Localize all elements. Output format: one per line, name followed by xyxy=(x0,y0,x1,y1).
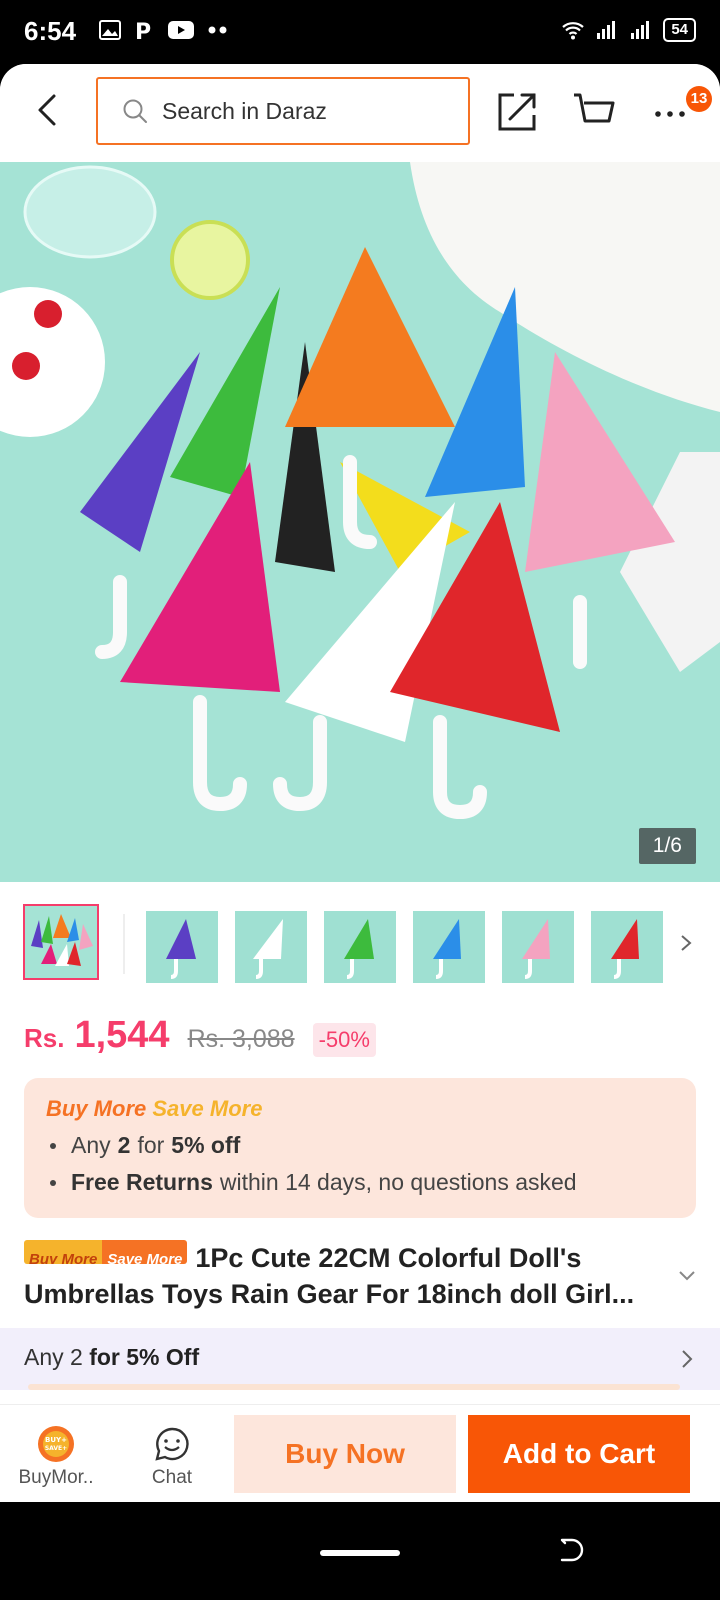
thumbnail-image xyxy=(25,906,97,978)
battery-indicator: 54 xyxy=(663,18,696,42)
price-currency: Rs. xyxy=(24,1023,65,1053)
search-input[interactable]: Search in Daraz xyxy=(96,77,470,145)
thumbnail-image xyxy=(166,919,196,979)
promo-text: 2 xyxy=(117,1132,131,1158)
offer-text-a: Any 2 xyxy=(24,1344,83,1370)
search-placeholder: Search in Daraz xyxy=(162,97,327,124)
price-row: Rs. 1,544 Rs. 3,088 -50% xyxy=(24,1014,376,1057)
product-page: Search in Daraz 13 1/6 Rs. 1,544 Rs. 3,0… xyxy=(0,64,720,1502)
rotate-icon[interactable] xyxy=(556,1536,586,1566)
home-gesture-bar[interactable] xyxy=(320,1550,400,1556)
signal-icon xyxy=(597,21,616,39)
promo-text: within 14 days, no questions asked xyxy=(219,1169,577,1195)
buymore-label: BuyMor.. xyxy=(18,1467,94,1488)
thumbnail-6[interactable] xyxy=(502,911,574,983)
bullet xyxy=(50,1142,56,1149)
thumbnail-image xyxy=(522,919,550,979)
youtube-icon xyxy=(168,21,194,39)
promo-text: for xyxy=(137,1132,165,1158)
tag-part2: Save More xyxy=(102,1240,188,1264)
share-icon[interactable] xyxy=(496,91,538,133)
gallery-icon xyxy=(99,20,121,40)
offer-text-b: for 5% Off xyxy=(89,1344,200,1370)
back-arrow-icon[interactable] xyxy=(28,90,68,130)
umbrellas-photo xyxy=(0,162,720,882)
promo-text: 5% off xyxy=(171,1132,241,1158)
promo-text: Any xyxy=(71,1132,111,1158)
chevron-right-icon[interactable] xyxy=(676,928,696,958)
chevron-right-icon xyxy=(682,1350,693,1368)
thumbnail-2[interactable] xyxy=(146,911,218,983)
search-icon xyxy=(123,99,147,123)
offer-progress xyxy=(28,1384,680,1390)
thumbnail-image xyxy=(253,919,283,979)
buymore-icon: BUY+ SAVE+ xyxy=(38,1426,74,1462)
thumbnail-divider xyxy=(123,914,125,974)
thumbnail-image xyxy=(611,919,639,979)
thumbnail-3[interactable] xyxy=(235,911,307,983)
buymore-tag: Buy More Save More xyxy=(24,1240,188,1264)
discount-badge: -50% xyxy=(312,1023,376,1057)
chat-icon xyxy=(155,1427,189,1461)
chat-label: Chat xyxy=(151,1467,193,1488)
svg-text:SAVE+: SAVE+ xyxy=(45,1445,67,1452)
add-to-cart-button[interactable]: Add to Cart xyxy=(468,1415,690,1493)
dots-icon xyxy=(208,26,227,34)
thumbnail-image xyxy=(344,919,374,979)
parking-icon: P xyxy=(135,20,151,42)
signal-icon xyxy=(631,21,650,39)
thumbnail-5[interactable] xyxy=(413,911,485,983)
buymore-button[interactable]: BUY+ SAVE+ BuyMor.. xyxy=(6,1425,106,1489)
offer-text: Any 2 for 5% Off xyxy=(24,1344,199,1371)
promo-title-part2: Save More xyxy=(152,1096,263,1121)
buy-now-button[interactable]: Buy Now xyxy=(234,1415,456,1493)
price-original: Rs. 3,088 xyxy=(187,1025,295,1053)
promo-box[interactable]: Buy More Save More Any 2 for 5% off Free… xyxy=(24,1078,696,1218)
product-image[interactable]: 1/6 xyxy=(0,162,720,882)
status-system-icons: 54 xyxy=(561,18,696,42)
thumbnail-4[interactable] xyxy=(324,911,396,983)
status-bar: 6:54 P 54 xyxy=(0,0,720,64)
cart-count-badge: 13 xyxy=(686,86,712,112)
system-nav-bar xyxy=(0,1502,720,1600)
thumbnail-image xyxy=(433,919,461,979)
product-title[interactable]: Buy More Save More 1Pc Cute 22CM Colorful … xyxy=(24,1240,664,1312)
svg-text:P: P xyxy=(135,20,151,42)
price-current: 1,544 xyxy=(74,1014,170,1056)
thumbnail-7[interactable] xyxy=(591,911,663,983)
svg-text:BUY+: BUY+ xyxy=(45,1436,67,1444)
thumbnail-strip xyxy=(0,904,720,984)
chevron-down-icon[interactable] xyxy=(676,1268,698,1284)
tag-part1: Buy More xyxy=(24,1240,103,1264)
bullet xyxy=(50,1179,56,1186)
promo-text: Free Returns xyxy=(71,1169,213,1195)
top-bar: Search in Daraz 13 xyxy=(0,64,720,162)
promo-line-1: Any 2 for 5% off xyxy=(46,1132,674,1159)
promo-line-2: Free Returns within 14 days, no question… xyxy=(46,1169,674,1196)
status-notification-icons: P xyxy=(98,18,230,42)
bottom-action-bar: BUY+ SAVE+ BuyMor.. Chat Buy Now Add to … xyxy=(0,1404,720,1502)
status-time: 6:54 xyxy=(24,16,77,46)
image-counter: 1/6 xyxy=(638,828,696,864)
offer-strip[interactable]: Any 2 for 5% Off xyxy=(0,1328,720,1390)
thumbnail-1[interactable] xyxy=(23,904,99,980)
promo-title-part1: Buy More xyxy=(46,1096,147,1121)
cart-icon[interactable] xyxy=(572,91,616,133)
chat-button[interactable]: Chat xyxy=(122,1425,222,1489)
wifi-icon xyxy=(562,22,585,40)
promo-title: Buy More Save More xyxy=(46,1096,674,1122)
